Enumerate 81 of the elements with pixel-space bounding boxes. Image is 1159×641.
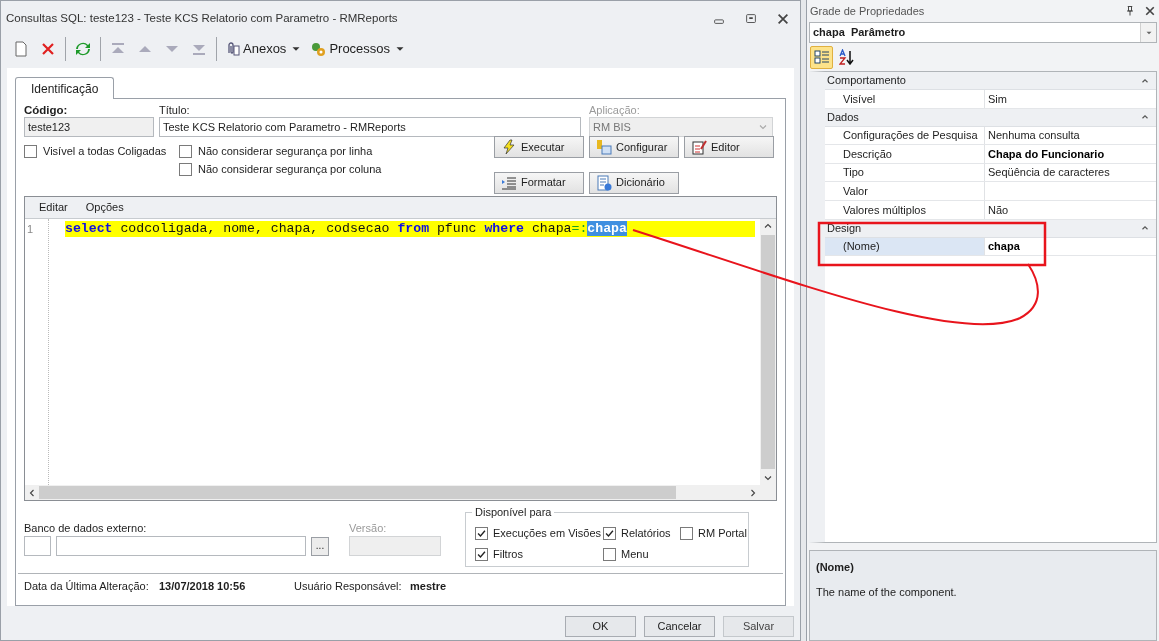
panel-title: Grade de Propriedades bbox=[810, 3, 925, 19]
option-label: Filtros bbox=[493, 546, 523, 562]
categorized-list-icon bbox=[813, 49, 830, 65]
new-document-icon bbox=[13, 41, 29, 57]
checkmark-icon bbox=[476, 548, 487, 560]
option-label: Visível a todas Coligadas bbox=[43, 143, 167, 159]
property-name[interactable]: Tipo bbox=[825, 163, 985, 182]
checkbox[interactable] bbox=[475, 526, 488, 540]
format-button[interactable]: Formatar bbox=[494, 171, 584, 194]
window-title: Consultas SQL: teste123 - Teste KCS Relatorio com Parametro - RMReports bbox=[6, 10, 398, 26]
property-name[interactable]: Valor bbox=[825, 182, 985, 200]
field-label: Código: bbox=[24, 103, 69, 117]
editor-button[interactable]: Editor bbox=[684, 136, 774, 158]
horizontal-scrollbar[interactable] bbox=[25, 485, 776, 500]
refresh-icon bbox=[75, 41, 91, 57]
date-value: 13/07/2018 10:56 bbox=[159, 579, 247, 595]
menu-item[interactable]: Opções bbox=[85, 199, 124, 216]
property-name[interactable]: Configurações de Pesquisa bbox=[825, 126, 985, 145]
lightning-icon bbox=[501, 139, 517, 155]
config-button[interactable]: Configurar bbox=[589, 136, 679, 158]
date-label: Data da Última Alteração: bbox=[24, 579, 150, 595]
property-name[interactable]: Descrição bbox=[825, 145, 985, 163]
checkmark-icon bbox=[476, 527, 487, 539]
dialog-button[interactable]: Cancelar bbox=[644, 615, 715, 637]
field-label: Banco de dados externo: bbox=[24, 521, 148, 534]
option-label: Não considerar segurança por linha bbox=[198, 143, 373, 159]
description-title: (Nome) bbox=[816, 560, 855, 575]
attachments-dropdown[interactable]: Anexos bbox=[224, 37, 304, 61]
property-value[interactable]: Chapa do Funcionario bbox=[985, 145, 1156, 163]
checkbox[interactable] bbox=[24, 144, 37, 158]
line-number: 1 bbox=[27, 222, 35, 237]
property-name[interactable]: Visível bbox=[825, 90, 985, 108]
checkmark-icon bbox=[604, 527, 615, 539]
edit-document-icon bbox=[691, 139, 707, 155]
dialog-button[interactable]: Salvar bbox=[723, 615, 794, 637]
checkbox[interactable] bbox=[603, 526, 616, 540]
field-label: Aplicação: bbox=[589, 103, 641, 117]
maximize-icon[interactable] bbox=[744, 11, 758, 26]
checkbox[interactable] bbox=[179, 144, 192, 158]
checkbox[interactable] bbox=[475, 547, 488, 561]
user-value: mestre bbox=[410, 579, 447, 595]
version-field[interactable] bbox=[349, 536, 441, 556]
code-field[interactable]: teste123 bbox=[24, 117, 154, 137]
property-value[interactable]: Nenhuma consulta bbox=[985, 126, 1156, 145]
checkbox[interactable] bbox=[179, 162, 192, 176]
tab[interactable]: Identificação bbox=[15, 77, 115, 99]
browse-button[interactable]: ... bbox=[311, 536, 329, 556]
property-value[interactable]: Sim bbox=[985, 90, 1156, 108]
vertical-scrollbar[interactable] bbox=[760, 219, 776, 485]
close-icon[interactable] bbox=[776, 11, 790, 26]
user-label: Usuário Responsável: bbox=[294, 579, 403, 595]
run-button[interactable]: Executar bbox=[494, 136, 584, 158]
input-field[interactable] bbox=[56, 536, 306, 556]
dictionary-button[interactable]: Dicionário bbox=[589, 171, 679, 194]
option-label: Execuções em Visões bbox=[493, 525, 602, 541]
indent-lines-icon bbox=[501, 174, 517, 191]
checkbox[interactable] bbox=[680, 526, 693, 540]
field-label: Versão: bbox=[349, 521, 388, 534]
checkbox[interactable] bbox=[603, 547, 616, 561]
delete-icon bbox=[40, 41, 56, 57]
configure-icon bbox=[596, 139, 612, 155]
option-label: RM Portal bbox=[698, 525, 747, 541]
field-label: Título: bbox=[159, 103, 191, 117]
option-label: Relatórios bbox=[621, 525, 671, 541]
option-label: Não considerar segurança por coluna bbox=[198, 161, 382, 177]
option-label: Menu bbox=[621, 546, 649, 562]
sort-az-icon bbox=[839, 49, 855, 65]
title-field[interactable]: Teste KCS Relatorio com Parametro - RMReports bbox=[159, 117, 581, 137]
property-value[interactable]: Não bbox=[985, 200, 1156, 219]
object-selector[interactable]: chapa Parâmetro bbox=[809, 22, 1157, 43]
description-text: The name of the component. bbox=[816, 584, 958, 600]
dialog-button[interactable]: OK bbox=[565, 615, 636, 637]
pin-icon[interactable] bbox=[1124, 5, 1136, 17]
property-value[interactable]: Seqüência de caracteres bbox=[985, 163, 1156, 182]
processes-dropdown[interactable]: Processos bbox=[310, 37, 408, 61]
dictionary-icon bbox=[596, 174, 612, 191]
input-field[interactable] bbox=[24, 536, 51, 556]
property-value[interactable]: chapa bbox=[985, 237, 1156, 256]
property-name[interactable]: Valores múltiplos bbox=[825, 200, 985, 219]
close-icon[interactable] bbox=[1144, 5, 1156, 17]
menu-item[interactable]: Editar bbox=[39, 199, 68, 216]
